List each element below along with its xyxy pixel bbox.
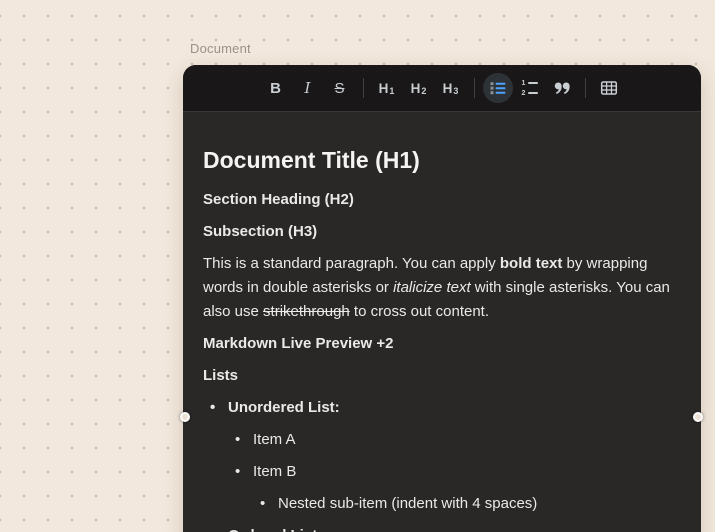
list-item: Nested sub-item (indent with 4 spaces) [253, 492, 679, 516]
table-button[interactable] [594, 73, 624, 103]
toolbar-divider [473, 78, 475, 98]
heading1-icon: H1 [378, 80, 395, 96]
bullet-list-button[interactable] [482, 73, 513, 103]
resize-handle-right[interactable] [693, 412, 703, 422]
ordered-list-button[interactable]: 1 2 [515, 73, 545, 103]
heading2-button[interactable]: H2 [404, 73, 434, 103]
bold-icon: B [270, 79, 281, 97]
document-content[interactable]: Document Title (H1) Section Heading (H2)… [183, 112, 701, 532]
bold-text-sample: bold text [499, 255, 563, 272]
doc-paragraph: This is a standard paragraph. You can ap… [203, 255, 670, 320]
bullet-list-icon [490, 82, 505, 95]
toolbar-divider [584, 78, 586, 98]
italic-button[interactable]: I [293, 73, 323, 103]
heading1-button[interactable]: H1 [372, 73, 402, 103]
resize-handle-left[interactable] [180, 412, 190, 422]
doc-lists-heading: Lists [203, 367, 239, 384]
italic-icon: I [304, 79, 311, 97]
doc-title-h1: Document Title (H1) [203, 147, 420, 173]
list-item: Item A [228, 428, 679, 452]
strikethrough-icon: S [334, 79, 345, 97]
list-item: Item B [228, 460, 679, 484]
frame-label[interactable]: Document [190, 41, 251, 56]
blockquote-icon [554, 82, 570, 94]
doc-subtitle: Markdown Live Preview +2 [203, 335, 394, 352]
table-icon [600, 81, 617, 95]
italic-text-sample: italicize text [393, 279, 471, 296]
doc-heading-h2: Section Heading (H2) [203, 191, 354, 208]
heading2-icon: H2 [410, 80, 427, 96]
ordered-list-icon: 1 2 [521, 80, 538, 97]
strikethrough-button[interactable]: S [325, 73, 355, 103]
heading3-button[interactable]: H3 [436, 73, 466, 103]
formatting-toolbar: B I S H1 H2 H3 1 2 [183, 65, 701, 112]
document-card: B I S H1 H2 H3 1 2 Document Title (H1) S… [183, 65, 701, 532]
canvas-background: Document B I S H1 H2 H3 1 2 Document Tit… [0, 0, 715, 532]
list-item: Unordered List: [203, 396, 679, 420]
bold-button[interactable]: B [261, 73, 291, 103]
list-item: Ordered List: [203, 524, 679, 532]
blockquote-button[interactable] [547, 73, 577, 103]
heading3-icon: H3 [442, 80, 459, 96]
toolbar-divider [362, 78, 364, 98]
strikethrough-text-sample: strikethrough [263, 303, 350, 320]
doc-heading-h3: Subsection (H3) [203, 223, 318, 240]
